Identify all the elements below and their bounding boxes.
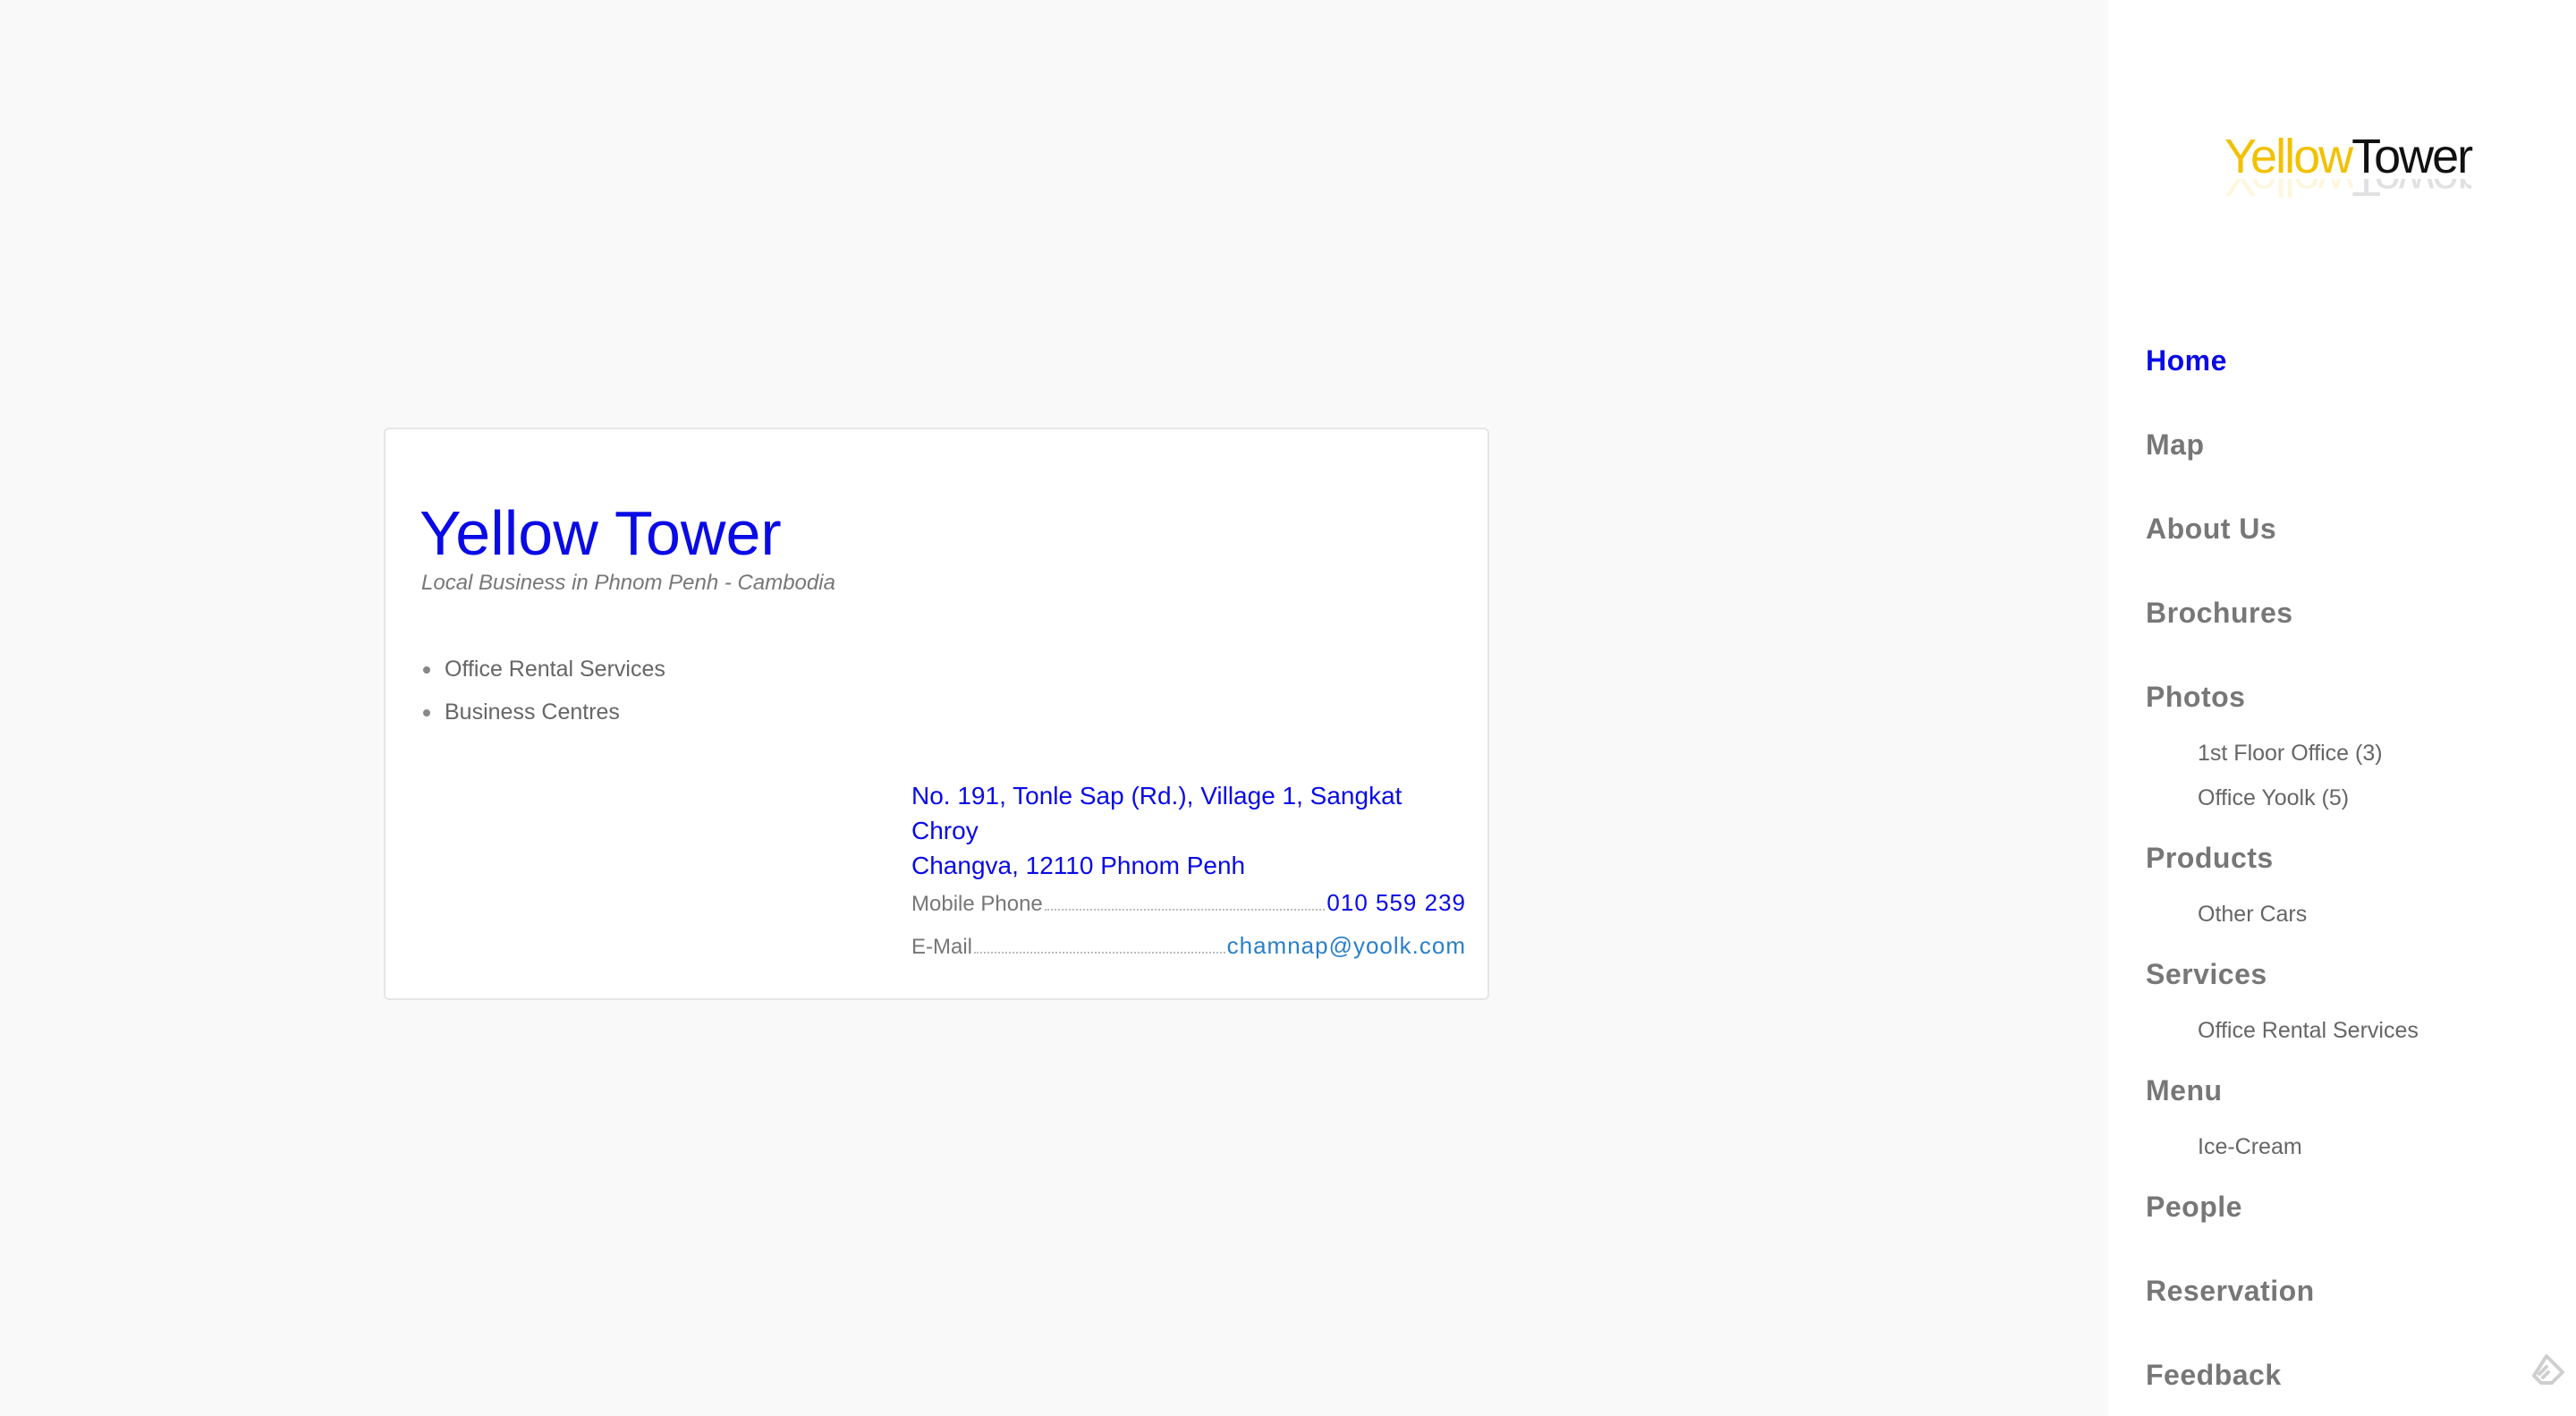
- address-line-2: Changva, 12110 Phnom Penh: [911, 852, 1246, 879]
- business-card: Yellow Tower Local Business in Phnom Pen…: [384, 428, 1489, 1000]
- nav-people[interactable]: People: [2146, 1191, 2242, 1224]
- nav-photos-1st-floor-office[interactable]: 1st Floor Office (3): [2198, 741, 2383, 767]
- email-label: E-Mail: [911, 935, 973, 959]
- sidebar: YellowTower YellowTower Home Map About U…: [2108, 0, 2576, 1416]
- feedly-icon[interactable]: [2527, 1352, 2566, 1392]
- nav-products[interactable]: Products: [2146, 842, 2274, 875]
- address-line-1: No. 191, Tonle Sap (Rd.), Village 1, San…: [911, 782, 1402, 844]
- category-item: Office Rental Services: [421, 648, 665, 691]
- nav-services-office-rental[interactable]: Office Rental Services: [2198, 1018, 2419, 1044]
- nav-feedback[interactable]: Feedback: [2146, 1359, 2282, 1392]
- nav-menu-ice-cream[interactable]: Ice-Cream: [2198, 1134, 2302, 1160]
- yellowtower-logo[interactable]: YellowTower: [2224, 130, 2473, 183]
- nav-products-other-cars[interactable]: Other Cars: [2198, 902, 2307, 928]
- phone-value[interactable]: 010 559 239: [1326, 889, 1466, 917]
- business-title: Yellow Tower: [419, 498, 782, 568]
- phone-label: Mobile Phone: [911, 892, 1043, 916]
- nav-services[interactable]: Services: [2146, 958, 2267, 991]
- nav-map[interactable]: Map: [2146, 428, 2205, 462]
- category-item: Business Centres: [421, 691, 665, 733]
- phone-row: Mobile Phone 010 559 239: [911, 889, 1466, 920]
- nav-home[interactable]: Home: [2146, 344, 2227, 377]
- email-link[interactable]: chamnap@yoolk.com: [1227, 932, 1466, 960]
- nav-about-us[interactable]: About Us: [2146, 513, 2276, 546]
- email-row: E-Mail chamnap@yoolk.com: [911, 932, 1466, 962]
- nav-brochures[interactable]: Brochures: [2146, 597, 2293, 630]
- dotted-leader: [974, 934, 1225, 954]
- logo-reflection: YellowTower: [2224, 179, 2472, 206]
- nav-photos-office-yoolk[interactable]: Office Yoolk (5): [2198, 785, 2349, 811]
- nav-photos[interactable]: Photos: [2146, 681, 2245, 714]
- address: No. 191, Tonle Sap (Rd.), Village 1, San…: [911, 778, 1466, 883]
- business-subtitle: Local Business in Phnom Penh - Cambodia: [421, 571, 835, 595]
- category-list: Office Rental Services Business Centres: [421, 648, 665, 733]
- nav-reservation[interactable]: Reservation: [2146, 1275, 2315, 1308]
- nav-menu[interactable]: Menu: [2146, 1074, 2223, 1107]
- dotted-leader: [1044, 891, 1326, 911]
